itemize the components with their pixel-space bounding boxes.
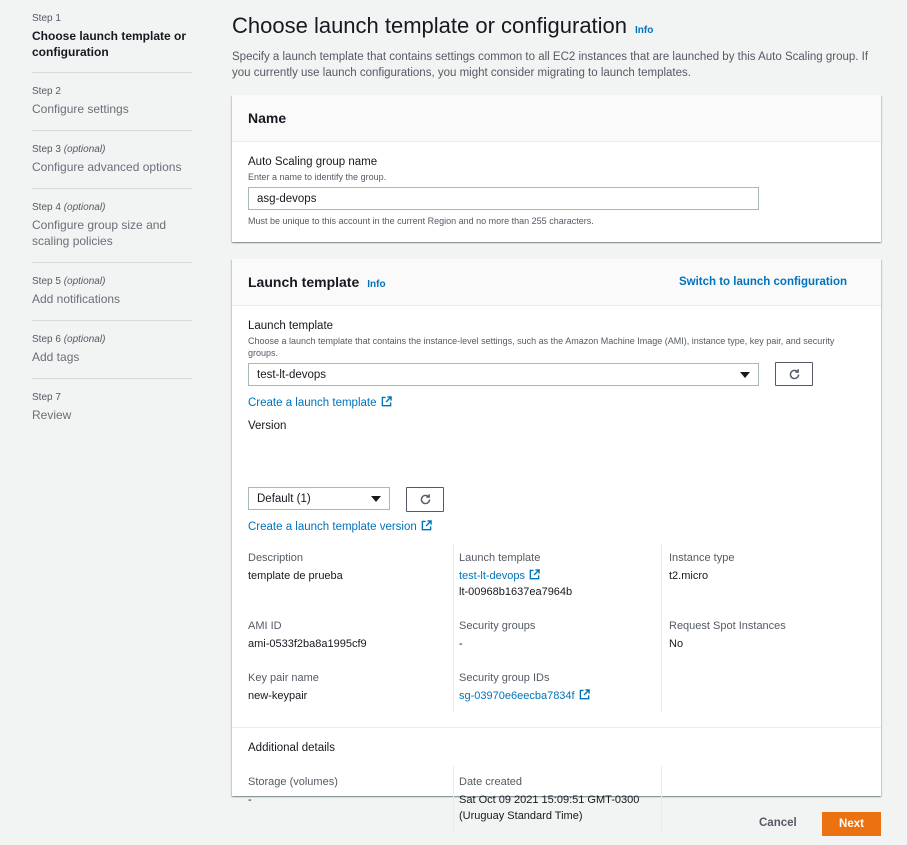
- wizard-steps-nav: Step 1 Choose launch template or configu…: [32, 0, 192, 436]
- column-divider: [661, 544, 662, 712]
- step-7[interactable]: Step 7 Review: [32, 379, 192, 436]
- field-hint: Enter a name to identify the group.: [248, 172, 387, 182]
- refresh-icon: [789, 368, 799, 379]
- step-title: Configure advanced options: [32, 160, 182, 174]
- description-field: Description template de prueba: [248, 552, 343, 582]
- create-version-label: Create a launch template version: [248, 521, 417, 533]
- ami-id-field: AMI ID ami-0533f2ba8a1995cf9: [248, 620, 367, 650]
- asg-name-input[interactable]: asg-devops: [248, 187, 759, 210]
- step-title: Choose launch template or configuration: [32, 29, 187, 59]
- launch-template-detail-link[interactable]: test-lt-devops: [459, 568, 572, 584]
- launch-template-label: Launch template: [248, 320, 334, 332]
- step-title: Configure group size and scaling policie…: [32, 218, 167, 248]
- step-optional: (optional): [63, 202, 106, 213]
- cancel-button[interactable]: Cancel: [759, 817, 797, 829]
- info-link[interactable]: Info: [367, 279, 385, 290]
- instance-type-field: Instance type t2.micro: [669, 552, 735, 582]
- step-1[interactable]: Step 1 Choose launch template or configu…: [32, 0, 192, 73]
- info-link[interactable]: Info: [635, 25, 653, 36]
- create-launch-template-link[interactable]: Create a launch template: [248, 396, 392, 409]
- step-6[interactable]: Step 6 (optional) Add tags: [32, 321, 192, 379]
- create-launch-template-version-link[interactable]: Create a launch template version: [248, 520, 432, 533]
- step-4[interactable]: Step 4 (optional) Configure group size a…: [32, 189, 192, 263]
- request-spot-field: Request Spot Instances No: [669, 620, 786, 650]
- launch-template-hint: Choose a launch template that contains t…: [248, 336, 835, 358]
- step-number: Step 3: [32, 144, 61, 155]
- step-title: Add notifications: [32, 292, 121, 306]
- step-number: Step 2: [32, 86, 61, 97]
- step-5[interactable]: Step 5 (optional) Add notifications: [32, 263, 192, 321]
- main-content: Choose launch template or configuration …: [232, 0, 881, 836]
- version-select[interactable]: Default (1): [248, 487, 390, 510]
- step-3[interactable]: Step 3 (optional) Configure advanced opt…: [32, 131, 192, 189]
- step-number: Step 7: [32, 392, 61, 403]
- page-title: Choose launch template or configuration: [232, 13, 628, 38]
- step-title: Add tags: [32, 350, 80, 364]
- step-number: Step 1: [32, 13, 61, 24]
- external-link-icon: [381, 396, 392, 407]
- wizard-footer: Cancel Next: [232, 812, 881, 836]
- step-optional: (optional): [63, 276, 106, 287]
- caret-down-icon: [371, 495, 381, 502]
- refresh-versions-button[interactable]: [406, 487, 444, 512]
- step-optional: (optional): [63, 144, 106, 155]
- key-pair-field: Key pair name new-keypair: [248, 672, 319, 702]
- version-select-value: Default (1): [257, 492, 311, 505]
- security-group-id-link[interactable]: sg-03970e6eecba7834f: [459, 688, 590, 704]
- step-number: Step 6: [32, 334, 61, 345]
- step-title: Review: [32, 408, 72, 422]
- launch-template-select[interactable]: test-lt-devops: [248, 363, 759, 386]
- field-constraint: Must be unique to this account in the cu…: [248, 216, 594, 226]
- refresh-templates-button[interactable]: [775, 362, 813, 386]
- section-divider: [232, 727, 881, 728]
- panel-title: Launch template: [248, 274, 360, 290]
- name-panel: Name Auto Scaling group name Enter a nam…: [232, 95, 881, 242]
- version-label: Version: [248, 420, 287, 432]
- security-group-ids-field: Security group IDs sg-03970e6eecba7834f: [459, 672, 590, 704]
- page-description: Specify a launch template that contains …: [232, 51, 869, 79]
- launch-template-select-value: test-lt-devops: [257, 368, 327, 381]
- step-2[interactable]: Step 2 Configure settings: [32, 73, 192, 131]
- step-title: Configure settings: [32, 102, 129, 116]
- column-divider: [453, 544, 454, 712]
- external-link-icon: [529, 569, 540, 580]
- additional-details-title: Additional details: [248, 742, 335, 754]
- caret-down-icon: [740, 371, 750, 378]
- step-number: Step 4: [32, 202, 61, 213]
- external-link-icon: [579, 689, 590, 700]
- launch-template-panel: Launch template Info Switch to launch co…: [232, 259, 881, 834]
- storage-field: Storage (volumes) -: [248, 776, 338, 806]
- step-number: Step 5: [32, 276, 61, 287]
- switch-to-launch-configuration-link[interactable]: Switch to launch configuration: [679, 276, 847, 288]
- create-launch-template-label: Create a launch template: [248, 397, 377, 409]
- external-link-icon: [421, 520, 432, 531]
- refresh-icon: [420, 494, 430, 505]
- field-label: Auto Scaling group name: [248, 156, 378, 168]
- security-groups-field: Security groups -: [459, 620, 536, 650]
- panel-title: Name: [248, 110, 287, 126]
- launch-template-id: lt-00968b1637ea7964b: [459, 586, 573, 598]
- launch-template-field: Launch template test-lt-devops lt-00968b…: [459, 552, 573, 598]
- step-optional: (optional): [63, 334, 106, 345]
- next-button[interactable]: Next: [822, 812, 881, 836]
